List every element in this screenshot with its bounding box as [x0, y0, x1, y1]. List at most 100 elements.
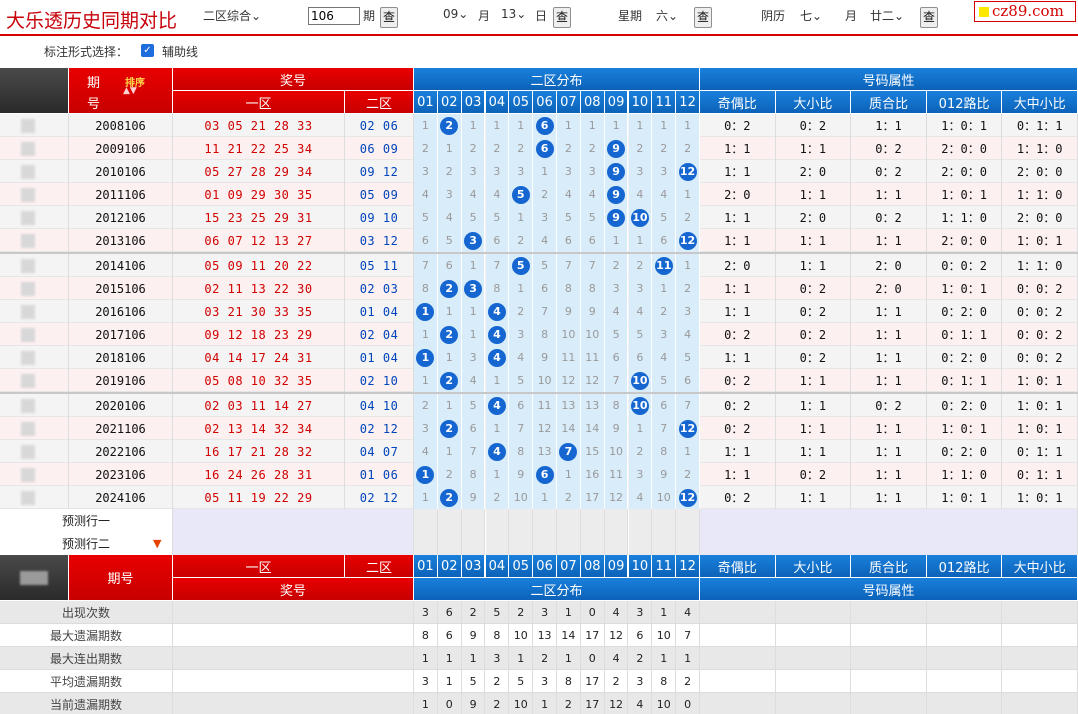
predict-dist-cell[interactable] — [676, 532, 700, 555]
day-select[interactable]: 13⌄ — [501, 7, 526, 21]
predict-dist-cell[interactable] — [485, 509, 510, 532]
dist-cell: 3 — [676, 300, 700, 323]
dist-cell: 3 — [557, 160, 581, 183]
dist-cell: 2 — [485, 137, 510, 160]
sort-arrows-icon[interactable]: ▲▼ — [123, 86, 137, 96]
predict-dist-cell[interactable] — [652, 509, 677, 532]
predict-row-label[interactable]: 预测行二 — [0, 532, 173, 555]
predict-dist-cell[interactable] — [628, 509, 653, 532]
attr-cell: 0：2：0 — [927, 300, 1003, 323]
query-issue-button[interactable]: 查 — [380, 7, 398, 28]
attr-cell: 1：1 — [851, 463, 927, 486]
dist-cell: 1 — [628, 114, 653, 137]
attr-cell: 0：2 — [776, 300, 852, 323]
dist-cell: 13 — [557, 394, 581, 417]
zone-select-value: 二区综合 — [203, 9, 252, 23]
predict-dist-cell[interactable] — [533, 509, 557, 532]
hit-ball: 4 — [487, 325, 506, 344]
issue-input[interactable] — [308, 7, 360, 25]
query-week-button[interactable]: 查 — [694, 7, 712, 28]
predict-row-label[interactable]: 预测行一 — [0, 509, 173, 532]
predict-dist-cell[interactable] — [533, 532, 557, 555]
dist-cell: 4 — [414, 183, 438, 206]
week-select[interactable]: 六⌄ — [656, 7, 678, 24]
dist-cell: 10 — [557, 323, 581, 346]
predict-attr-cell[interactable] — [700, 509, 1078, 532]
dist-number-header: 07 — [557, 91, 581, 114]
dist-cell: 2 — [437, 417, 462, 440]
predict-dist-cell[interactable] — [485, 532, 510, 555]
dist-cell: 5 — [461, 394, 486, 417]
predict-dist-cell[interactable] — [437, 532, 462, 555]
dist-cell: 2 — [557, 486, 581, 509]
attr-cell: 0：2：0 — [927, 346, 1003, 369]
stats-label: 当前遗漏期数 — [0, 693, 173, 714]
predict-dist-cell[interactable] — [676, 509, 700, 532]
predict-dist-cell[interactable] — [509, 532, 534, 555]
predict-prize-cell[interactable] — [173, 509, 414, 532]
guide-line-checkbox[interactable]: ✓ — [141, 44, 154, 57]
back-numbers: 01 04 — [345, 300, 414, 323]
dist-cell: 2 — [628, 254, 653, 277]
dist-cell: 12 — [533, 417, 557, 440]
week-select-value: 六 — [656, 9, 669, 23]
month-select[interactable]: 09⌄ — [443, 7, 468, 21]
attr-cell: 1：1 — [776, 229, 852, 252]
predict-dist-cell[interactable] — [461, 532, 486, 555]
predict-dist-cell[interactable] — [461, 509, 486, 532]
predict-dist-cell[interactable] — [557, 509, 581, 532]
query-lunar-button[interactable]: 查 — [920, 7, 938, 28]
stats-attr-cell — [927, 601, 1003, 624]
dist-cell: 4 — [485, 183, 510, 206]
lunar-day-select[interactable]: 廿二⌄ — [870, 7, 904, 24]
attr-cell: 1：0：1 — [1002, 417, 1078, 440]
dist-cell: 4 — [580, 183, 605, 206]
chevron-down-icon: ⌄ — [668, 9, 679, 23]
avatar-cell — [0, 417, 69, 440]
dist-cell: 1 — [557, 114, 581, 137]
dist-cell: 2 — [676, 463, 700, 486]
predict-attr-cell[interactable] — [700, 532, 1078, 555]
predict-prize-cell[interactable] — [173, 532, 414, 555]
predict-dist-cell[interactable] — [414, 509, 438, 532]
predict-dist-cell[interactable] — [604, 509, 629, 532]
stats-attr-cell — [851, 647, 927, 670]
stats-prize-cell — [173, 647, 414, 670]
lunar-month-label: 月 — [845, 9, 858, 23]
dist-cell: 1 — [461, 254, 486, 277]
lunar-month-select[interactable]: 七⌄ — [800, 7, 822, 24]
predict-dist-cell[interactable] — [652, 532, 677, 555]
stats-value: 1 — [557, 601, 581, 624]
stats-value: 0 — [581, 647, 605, 670]
arrow-down-icon[interactable]: ▼ — [153, 537, 161, 550]
predict-dist-cell[interactable] — [437, 509, 462, 532]
dist-cell: 10 — [604, 440, 629, 463]
predict-dist-cell[interactable] — [580, 509, 605, 532]
dist-cell: 12 — [676, 486, 700, 509]
site-logo[interactable]: cz89.com — [974, 1, 1076, 22]
attr-cell: 2：0 — [700, 183, 776, 206]
attr-cell: 1：1 — [851, 369, 927, 392]
stats-attr-cell — [776, 601, 852, 624]
attr-cell: 1：1：0 — [1002, 137, 1078, 160]
guide-line-label: 辅助线 — [162, 45, 199, 59]
predict-dist-cell[interactable] — [414, 532, 438, 555]
attr-cell: 1：1 — [776, 394, 852, 417]
dist-cell: 1 — [509, 114, 534, 137]
predict-dist-cell[interactable] — [580, 532, 605, 555]
predict-dist-cell[interactable] — [557, 532, 581, 555]
predict-dist-cell[interactable] — [628, 532, 653, 555]
predict-dist-cell[interactable] — [604, 532, 629, 555]
dist-cell: 5 — [604, 323, 629, 346]
dist-cell: 4 — [652, 183, 677, 206]
stats-value: 12 — [605, 693, 629, 714]
query-date-button[interactable]: 查 — [553, 7, 571, 28]
dist-number-footer: 04 — [485, 555, 510, 578]
dist-cell: 2 — [485, 486, 510, 509]
avatar — [21, 327, 35, 342]
predict-dist-cell[interactable] — [509, 509, 534, 532]
zone-select[interactable]: 二区综合⌄ — [203, 7, 261, 24]
dist-cell: 2 — [414, 137, 438, 160]
dist-cell: 9 — [604, 183, 629, 206]
attr-cell: 1：1 — [851, 440, 927, 463]
